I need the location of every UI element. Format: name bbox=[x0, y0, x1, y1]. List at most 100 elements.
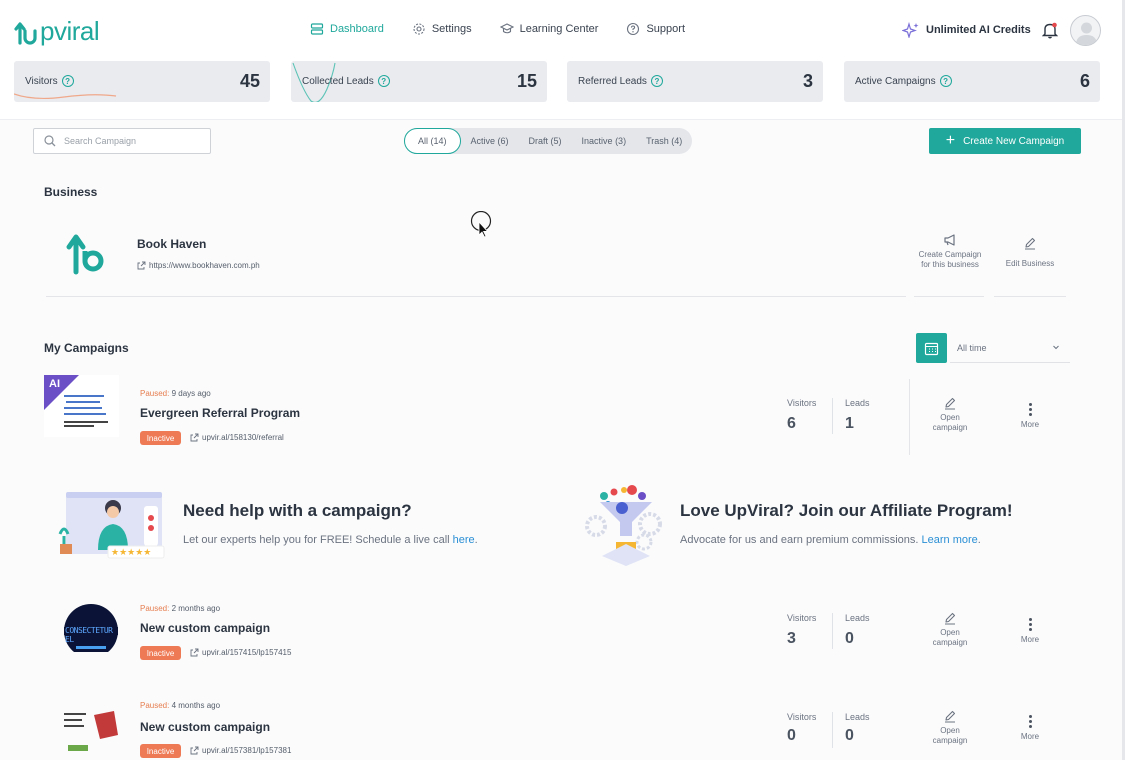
bell-icon bbox=[1041, 22, 1059, 39]
visitors-value: 6 bbox=[787, 415, 796, 432]
business-url-link[interactable]: https://www.bookhaven.com.ph bbox=[137, 261, 260, 270]
visitors-value: 0 bbox=[787, 727, 796, 744]
stat-referred-leads: Referred Leads? 3 bbox=[567, 61, 823, 102]
create-campaign-for-business-button[interactable]: Create Campaign for this business bbox=[912, 233, 988, 270]
nav-settings[interactable]: Settings bbox=[412, 22, 472, 36]
nav-support-label: Support bbox=[646, 23, 685, 35]
external-link-icon bbox=[190, 648, 199, 657]
leads-label: Leads bbox=[845, 398, 870, 408]
campaign-title[interactable]: Evergreen Referral Program bbox=[140, 406, 300, 420]
support-agent-illustration: ★★★★★ bbox=[58, 492, 165, 559]
stat-active-campaigns: Active Campaigns? 6 bbox=[844, 61, 1100, 102]
leads-label: Leads bbox=[845, 613, 870, 623]
campaign-thumbnail[interactable]: CONSECTETUR EL bbox=[44, 590, 119, 652]
notifications-button[interactable] bbox=[1041, 21, 1059, 44]
search-input[interactable] bbox=[64, 136, 194, 146]
search-box[interactable] bbox=[33, 128, 211, 154]
help-icon[interactable]: ? bbox=[61, 75, 74, 87]
visitors-value: 3 bbox=[787, 630, 796, 647]
help-promo-title: Need help with a campaign? bbox=[183, 501, 412, 520]
campaign-status: Paused: 4 months ago bbox=[140, 701, 220, 710]
campaign-thumbnail[interactable] bbox=[44, 689, 119, 751]
sparkle-icon bbox=[902, 22, 919, 38]
user-avatar[interactable] bbox=[1070, 15, 1101, 46]
campaign-url: upvir.al/157415/lp157415 bbox=[202, 648, 292, 657]
open-campaign-button[interactable]: Open campaign bbox=[925, 709, 975, 746]
nav-support[interactable]: Support bbox=[626, 22, 685, 36]
kebab-menu-icon bbox=[1012, 403, 1048, 416]
more-button[interactable]: More bbox=[1012, 715, 1048, 741]
nav-learning-center-label: Learning Center bbox=[519, 23, 599, 35]
ai-credits[interactable]: Unlimited AI Credits bbox=[902, 22, 1031, 38]
help-icon[interactable]: ? bbox=[377, 75, 390, 87]
stat-referred-leads-label: Referred Leads bbox=[578, 75, 647, 87]
open-campaign-button[interactable]: Open campaign bbox=[925, 611, 975, 648]
date-range-value: All time bbox=[957, 342, 987, 353]
filter-active[interactable]: Active (6) bbox=[461, 128, 519, 154]
pencil-icon bbox=[945, 397, 956, 410]
help-promo-text: Let our experts help you for FREE! Sched… bbox=[183, 534, 478, 546]
upviral-logo[interactable]: pviral bbox=[14, 16, 100, 47]
visitors-label: Visitors bbox=[787, 398, 817, 408]
stat-visitors-value: 45 bbox=[239, 71, 260, 91]
search-icon bbox=[44, 135, 56, 147]
edit-business-button[interactable]: Edit Business bbox=[996, 236, 1064, 269]
external-link-icon bbox=[190, 433, 199, 442]
filter-draft[interactable]: Draft (5) bbox=[519, 128, 572, 154]
campaign-link[interactable]: upvir.al/157415/lp157415 bbox=[190, 648, 291, 657]
calendar-button[interactable] bbox=[916, 333, 947, 363]
pencil-icon bbox=[945, 710, 956, 723]
schedule-call-link[interactable]: here bbox=[453, 534, 475, 546]
leads-label: Leads bbox=[845, 712, 870, 722]
campaign-label: campaign bbox=[932, 423, 968, 432]
campaign-title[interactable]: New custom campaign bbox=[140, 720, 270, 734]
open-label: Open bbox=[940, 726, 960, 735]
filter-all[interactable]: All (14) bbox=[404, 128, 461, 154]
affiliate-promo-title: Love UpViral? Join our Affiliate Program… bbox=[680, 501, 1013, 520]
campaign-link[interactable]: upvir.al/157381/lp157381 bbox=[190, 746, 291, 755]
external-link-icon bbox=[190, 746, 199, 755]
status-time: 4 months ago bbox=[171, 701, 221, 710]
leads-value: 0 bbox=[845, 630, 854, 647]
stat-active-campaigns-value: 6 bbox=[1079, 71, 1090, 91]
nav-learning-center[interactable]: Learning Center bbox=[499, 22, 599, 36]
action-divider bbox=[914, 296, 984, 297]
ai-tag: AI bbox=[49, 378, 60, 390]
campaign-label: campaign bbox=[932, 638, 968, 647]
stat-active-campaigns-label: Active Campaigns bbox=[855, 75, 936, 87]
chevron-down-icon bbox=[1053, 345, 1059, 350]
ai-credits-label: Unlimited AI Credits bbox=[926, 24, 1031, 36]
campaign-preview-image bbox=[64, 711, 118, 751]
business-logo bbox=[66, 233, 112, 280]
kebab-menu-icon bbox=[1012, 715, 1048, 728]
filter-inactive[interactable]: Inactive (3) bbox=[572, 128, 637, 154]
date-range-select[interactable]: All time bbox=[950, 333, 1070, 363]
business-name[interactable]: Book Haven bbox=[137, 237, 206, 251]
help-icon[interactable]: ? bbox=[939, 75, 952, 87]
gear-icon bbox=[413, 23, 425, 35]
create-new-campaign-label: Create New Campaign bbox=[963, 135, 1065, 147]
learn-more-link[interactable]: Learn more bbox=[922, 534, 978, 546]
status-time: 9 days ago bbox=[171, 389, 211, 398]
help-icon[interactable]: ? bbox=[650, 75, 663, 87]
metric-divider bbox=[832, 398, 833, 434]
filter-trash[interactable]: Trash (4) bbox=[636, 128, 692, 154]
create-new-campaign-button[interactable]: + Create New Campaign bbox=[929, 128, 1081, 154]
status-word: Paused: bbox=[140, 604, 170, 613]
campaign-link[interactable]: upvir.al/158130/referral bbox=[190, 433, 284, 442]
user-icon bbox=[1076, 22, 1097, 45]
status-badge: Inactive bbox=[140, 744, 181, 758]
column-divider bbox=[909, 379, 910, 455]
campaign-thumbnail[interactable]: AI bbox=[44, 375, 119, 437]
business-divider bbox=[46, 296, 906, 297]
plus-icon: + bbox=[945, 132, 956, 149]
more-button[interactable]: More bbox=[1012, 618, 1048, 644]
leads-value: 0 bbox=[845, 727, 854, 744]
for-business-label: for this business bbox=[921, 260, 979, 269]
nav-dashboard[interactable]: Dashboard bbox=[310, 22, 384, 36]
upviral-logo-icon bbox=[66, 234, 104, 275]
more-button[interactable]: More bbox=[1012, 403, 1048, 429]
open-campaign-button[interactable]: Open campaign bbox=[925, 396, 975, 433]
campaign-title[interactable]: New custom campaign bbox=[140, 621, 270, 635]
business-section-title: Business bbox=[44, 185, 98, 199]
